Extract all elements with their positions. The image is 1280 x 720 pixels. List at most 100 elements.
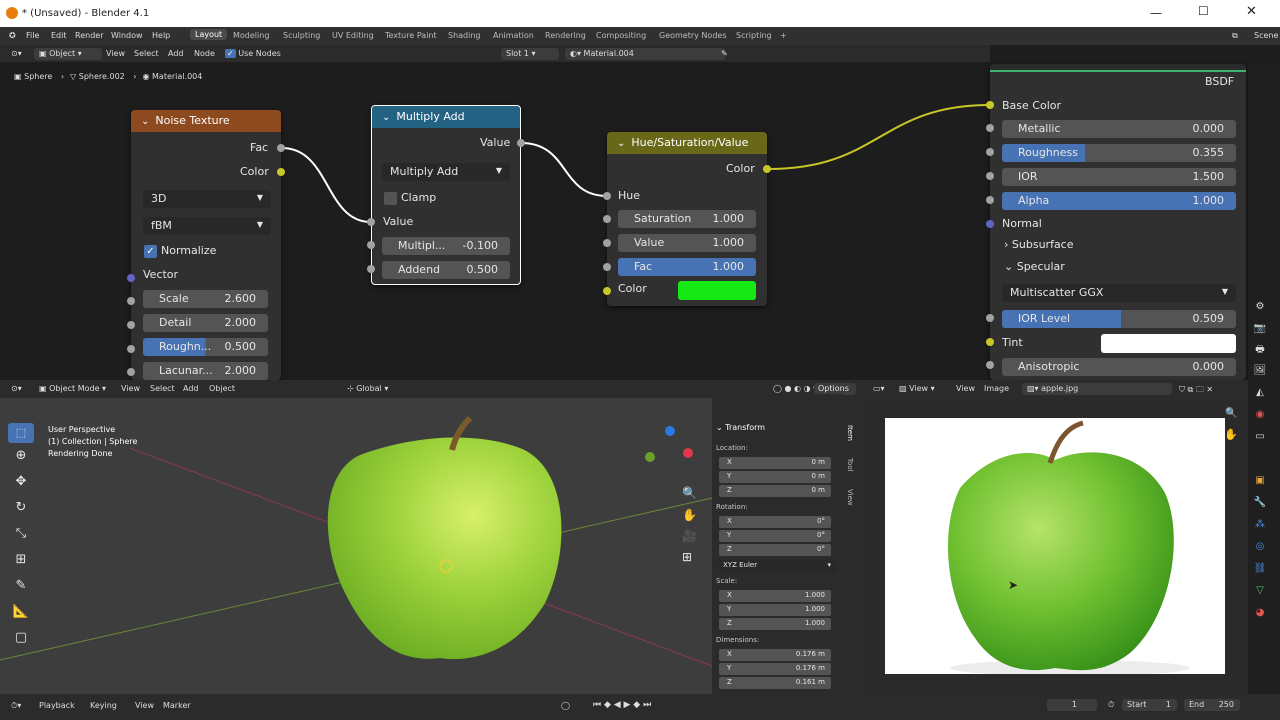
minimize-button[interactable]: —	[1150, 6, 1162, 20]
editor-type-button[interactable]: ⊙▾	[6, 48, 27, 60]
render-properties-icon[interactable]: 📷	[1253, 322, 1267, 336]
material-selector[interactable]: ◐▾ Material.004	[565, 48, 725, 60]
location-y-field[interactable]: Y 0 m	[719, 471, 831, 483]
options-button[interactable]: Options	[814, 383, 853, 394]
menu-playback[interactable]: Playback	[34, 700, 80, 712]
tab-tool[interactable]: Tool	[846, 458, 854, 472]
tab-sculpting[interactable]: Sculpting	[283, 31, 320, 40]
3d-viewport[interactable]: User Perspective (1) Collection | Sphere…	[0, 398, 712, 694]
use-nodes-toggle[interactable]: ✓ Use Nodes	[220, 48, 286, 60]
object-properties-icon[interactable]: ▣	[1253, 474, 1267, 488]
value-output-socket[interactable]	[517, 139, 525, 147]
world-properties-icon[interactable]: ◉	[1253, 408, 1267, 422]
pan-hand-icon[interactable]: ✋	[682, 508, 697, 522]
vector-input-socket[interactable]	[127, 274, 135, 282]
menu-view[interactable]: View	[130, 700, 159, 712]
anisotropic-input-socket[interactable]	[986, 361, 994, 369]
bsdf-node[interactable]: BSDF Base Color Metallic 0.000 Roughness 0…	[990, 64, 1246, 380]
ior-level-field[interactable]: IOR Level 0.509	[1002, 310, 1236, 328]
detail-input-socket[interactable]	[127, 321, 135, 329]
scale-tool-icon[interactable]: ⤡	[8, 521, 34, 547]
auto-keying-toggle[interactable]: ◯	[556, 700, 575, 712]
physics-properties-icon[interactable]: ◎	[1253, 540, 1267, 554]
scene-label[interactable]: Scene	[1254, 31, 1278, 40]
menu-window[interactable]: Window	[111, 31, 143, 40]
scale-x-field[interactable]: X 1.000	[719, 590, 831, 602]
rotate-tool-icon[interactable]: ↻	[8, 495, 34, 521]
transform-tool-icon[interactable]: ⊞	[8, 547, 34, 573]
tab-item[interactable]: Item	[846, 425, 854, 441]
lacunarity-input-socket[interactable]	[127, 368, 135, 376]
menu-edit[interactable]: Edit	[51, 31, 67, 40]
tab-modeling[interactable]: Modeling	[233, 31, 269, 40]
metallic-field[interactable]: Metallic 0.000	[1002, 120, 1236, 138]
tab-texture-paint[interactable]: Texture Paint	[385, 31, 437, 40]
tab-layout[interactable]: Layout	[190, 29, 228, 40]
menu-object[interactable]: Object	[204, 383, 240, 395]
tab-geometry-nodes[interactable]: Geometry Nodes	[659, 31, 726, 40]
playback-controls[interactable]: ⏮ ◆ ◀ ▶ ◆ ⏭	[588, 699, 656, 711]
saturation-field[interactable]: Saturation 1.000	[618, 210, 756, 228]
constraint-properties-icon[interactable]: ⛓	[1253, 562, 1267, 576]
dimension-x-field[interactable]: X 0.176 m	[719, 649, 831, 661]
normal-input-socket[interactable]	[986, 220, 994, 228]
noise-texture-header[interactable]: ⌄ Noise Texture	[131, 110, 281, 132]
particle-properties-icon[interactable]: ⁂	[1253, 518, 1267, 532]
menu-render[interactable]: Render	[75, 31, 103, 40]
material-properties-icon[interactable]: ◕	[1253, 606, 1267, 620]
menu-view[interactable]: View	[116, 383, 145, 395]
menu-select[interactable]: Select	[145, 383, 180, 395]
cursor-tool-icon[interactable]: ⊕	[8, 443, 34, 469]
tab-compositing[interactable]: Compositing	[596, 31, 646, 40]
roughness-input-socket[interactable]	[986, 148, 994, 156]
output-properties-icon[interactable]: 🖶	[1253, 343, 1267, 357]
menu-view[interactable]: View	[101, 48, 130, 60]
collapse-chevron-icon[interactable]: ⌄	[382, 112, 390, 123]
zoom-icon[interactable]: 🔍	[682, 486, 697, 500]
tab-animation[interactable]: Animation	[493, 31, 534, 40]
normalize-checkbox[interactable]: ✓	[144, 245, 157, 258]
roughness-field[interactable]: Roughness 0.355	[1002, 144, 1236, 162]
scale-y-field[interactable]: Y 1.000	[719, 604, 831, 616]
menu-file[interactable]: File	[26, 31, 39, 40]
tint-input-socket[interactable]	[986, 338, 994, 346]
ior-input-socket[interactable]	[986, 172, 994, 180]
blender-menu-icon[interactable]: ✪	[9, 31, 16, 40]
alpha-input-socket[interactable]	[986, 196, 994, 204]
value-input-socket[interactable]	[603, 239, 611, 247]
rotation-x-field[interactable]: X 0°	[719, 516, 831, 528]
operation-dropdown[interactable]: Multiply Add ▼	[382, 163, 510, 181]
lacunarity-field[interactable]: Lacunar... 2.000	[143, 362, 268, 380]
pin-icon[interactable]: ✎	[716, 48, 733, 60]
slot-dropdown[interactable]: Slot 1 ▾	[501, 48, 559, 60]
roughness-field[interactable]: Roughn... 0.500	[143, 338, 268, 356]
dimensions-dropdown[interactable]: 3D ▼	[143, 190, 271, 208]
roughness-input-socket[interactable]	[127, 345, 135, 353]
fac-field[interactable]: Fac 1.000	[618, 258, 756, 276]
end-frame-field[interactable]: End 250	[1184, 699, 1240, 711]
tab-rendering[interactable]: Rendering	[545, 31, 586, 40]
close-button[interactable]: ✕	[1246, 4, 1257, 19]
multiplier-input-socket[interactable]	[367, 241, 375, 249]
location-z-field[interactable]: Z 0 m	[719, 485, 831, 497]
image-actions-icon[interactable]: ⛉ ⧉ 🗀 ✕	[1174, 383, 1218, 395]
pan-hand-icon[interactable]: ✋	[1224, 428, 1238, 441]
rotation-z-field[interactable]: Z 0°	[719, 544, 831, 556]
hsv-color-output-socket[interactable]	[763, 165, 771, 173]
current-frame-field[interactable]: 1	[1047, 699, 1097, 711]
transform-panel-header[interactable]: ⌄ Transform	[716, 423, 765, 432]
menu-add[interactable]: Add	[163, 48, 189, 60]
value-input-socket[interactable]	[367, 218, 375, 226]
fac-input-socket[interactable]	[603, 263, 611, 271]
base-color-input-socket[interactable]	[986, 101, 994, 109]
tab-shading[interactable]: Shading	[448, 31, 481, 40]
editor-type-button[interactable]: ⊙▾	[6, 383, 27, 395]
metallic-input-socket[interactable]	[986, 124, 994, 132]
grid-icon[interactable]: ⊞	[682, 550, 692, 564]
subsurface-panel[interactable]: › Subsurface	[1004, 238, 1074, 251]
orientation-dropdown[interactable]: ⊹ Global ▾	[342, 383, 393, 395]
zoom-icon[interactable]: 🔍	[1225, 408, 1237, 419]
view-layer-properties-icon[interactable]: 🖼	[1253, 364, 1267, 378]
tab-uv-editing[interactable]: UV Editing	[332, 31, 374, 40]
multiply-add-header[interactable]: ⌄ Multiply Add	[372, 106, 520, 128]
